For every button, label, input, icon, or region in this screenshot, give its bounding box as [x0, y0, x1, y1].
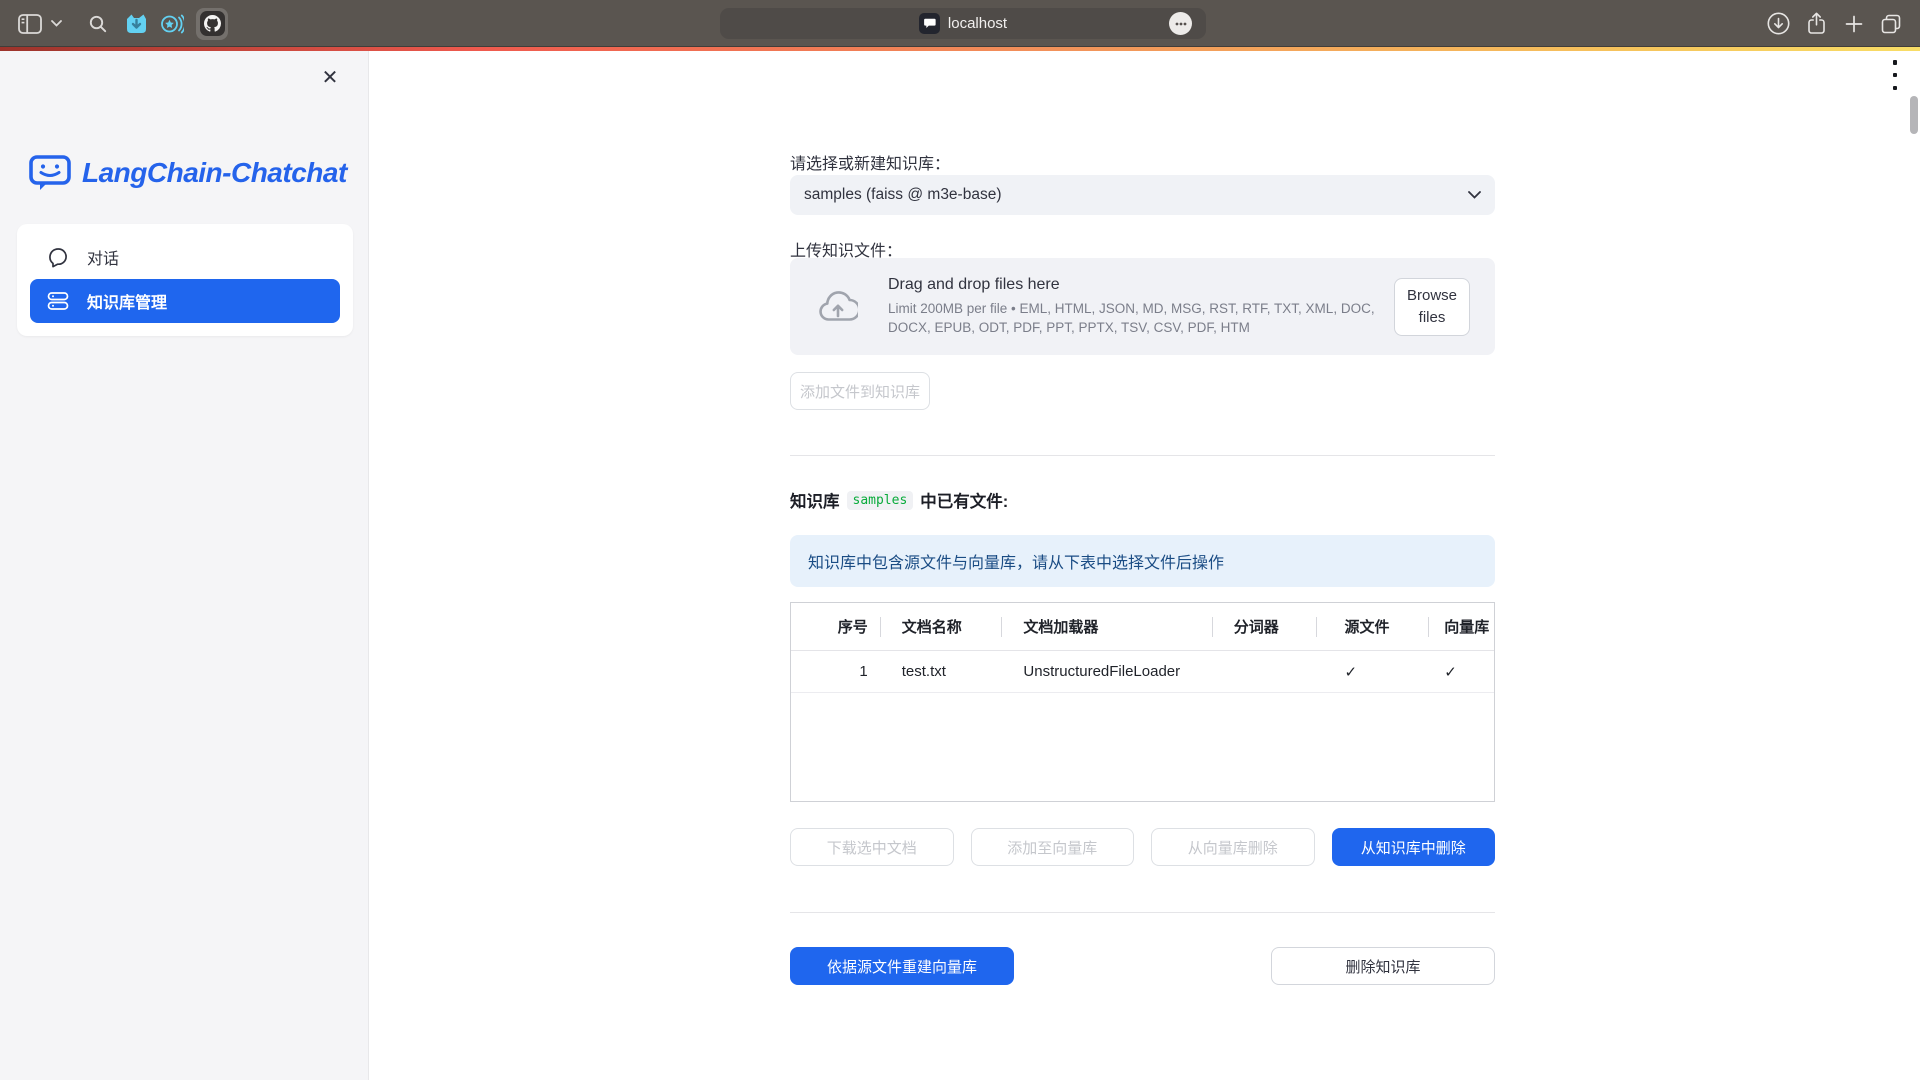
search-icon[interactable] [86, 0, 110, 47]
cell-loader: UnstructuredFileLoader [1001, 651, 1211, 693]
col-header: 序号 [791, 603, 880, 651]
logo-bubble-icon [28, 153, 72, 193]
kb-files-table: 序号 文档名称 文档加载器 分词器 源文件 向量库 1 test.txt Uns… [790, 602, 1495, 802]
kb-select-label: 请选择或新建知识库： [790, 150, 950, 174]
col-header: 向量库 [1428, 603, 1494, 651]
browse-files-button[interactable]: Browse files [1394, 278, 1470, 336]
col-header: 分词器 [1212, 603, 1317, 651]
download-selected-button[interactable]: 下载选中文档 [790, 828, 954, 866]
info-alert: 知识库中包含源文件与向量库，请从下表中选择文件后操作 [790, 535, 1495, 587]
site-favicon-icon [919, 13, 940, 34]
sidebar-item-knowledge-base[interactable]: 知识库管理 [30, 279, 340, 323]
col-header: 文档加载器 [1001, 603, 1211, 651]
sidebar-item-chat[interactable]: 对话 [30, 235, 340, 279]
col-header: 文档名称 [880, 603, 1002, 651]
screen: localhost [0, 0, 1920, 1080]
sidebar: ✕ LangChain-Chatchat 对话 [0, 51, 369, 1080]
database-stack-icon [47, 290, 69, 312]
sidebar-close-icon[interactable]: ✕ [316, 63, 344, 91]
kb-name-code: samples [847, 491, 914, 510]
sidebar-item-label: 知识库管理 [87, 289, 167, 313]
delete-from-kb-button[interactable]: 从知识库中删除 [1332, 828, 1496, 866]
remove-from-vector-store-button[interactable]: 从向量库删除 [1151, 828, 1315, 866]
rebuild-vector-store-button[interactable]: 依据源文件重建向量库 [790, 947, 1014, 985]
main-content: 请选择或新建知识库： samples (faiss @ m3e-base) 上传… [790, 51, 1495, 1080]
share-icon[interactable] [1803, 0, 1829, 47]
file-action-buttons: 下载选中文档 添加至向量库 从向量库删除 从知识库中删除 [790, 828, 1495, 866]
cell-filename: test.txt [880, 651, 1002, 693]
kb-select-dropdown[interactable]: samples (faiss @ m3e-base) [790, 175, 1495, 215]
github-active-badge [196, 8, 228, 40]
app-logo: LangChain-Chatchat [28, 153, 347, 193]
extension-waves-icon[interactable] [159, 0, 185, 47]
browser-toolbar: localhost [0, 0, 1920, 47]
delete-kb-button[interactable]: 删除知识库 [1271, 947, 1495, 985]
col-header: 源文件 [1316, 603, 1428, 651]
cloud-upload-icon [818, 290, 858, 324]
divider [790, 912, 1495, 913]
extension-cat-icon[interactable] [123, 0, 149, 47]
cell-splitter [1212, 651, 1317, 693]
kb-files-heading: 知识库 samples 中已有文件: [790, 488, 1008, 512]
octocat-icon [200, 11, 225, 36]
chevron-down-icon[interactable] [48, 0, 64, 47]
logo-text: LangChain-Chatchat [82, 157, 347, 189]
tabs-overview-icon[interactable] [1877, 0, 1905, 47]
address-more-icon[interactable] [1169, 12, 1192, 35]
cell-vector-check: ✓ [1428, 651, 1494, 693]
extension-github-icon[interactable] [194, 0, 230, 47]
table-row[interactable]: 1 test.txt UnstructuredFileLoader ✓ ✓ [791, 651, 1494, 693]
add-files-to-kb-button[interactable]: 添加文件到知识库 [790, 372, 930, 410]
dropzone-limit-text: Limit 200MB per file • EML, HTML, JSON, … [888, 300, 1413, 336]
page-menu-kebab-icon[interactable] [1885, 60, 1905, 90]
add-to-vector-store-button[interactable]: 添加至向量库 [971, 828, 1135, 866]
address-url: localhost [948, 15, 1007, 32]
info-text: 知识库中包含源文件与向量库，请从下表中选择文件后操作 [808, 549, 1224, 573]
sidebar-toggle-icon[interactable] [16, 0, 44, 47]
new-tab-icon[interactable] [1841, 0, 1867, 47]
chat-bubble-icon [47, 246, 69, 268]
cell-source-check: ✓ [1316, 651, 1428, 693]
dropzone-title: Drag and drop files here [888, 276, 1413, 294]
divider [790, 455, 1495, 456]
sidebar-menu: 对话 知识库管理 [17, 224, 353, 336]
file-dropzone[interactable]: Drag and drop files here Limit 200MB per… [790, 258, 1495, 355]
table-header-row: 序号 文档名称 文档加载器 分词器 源文件 向量库 [791, 603, 1494, 651]
chevron-down-icon [1468, 191, 1481, 199]
download-icon[interactable] [1765, 0, 1791, 47]
kb-selected-value: samples (faiss @ m3e-base) [804, 186, 1002, 204]
sidebar-item-label: 对话 [87, 245, 119, 269]
address-bar[interactable]: localhost [720, 8, 1206, 39]
cell-index: 1 [791, 651, 880, 693]
scrollbar-thumb[interactable] [1910, 96, 1918, 134]
